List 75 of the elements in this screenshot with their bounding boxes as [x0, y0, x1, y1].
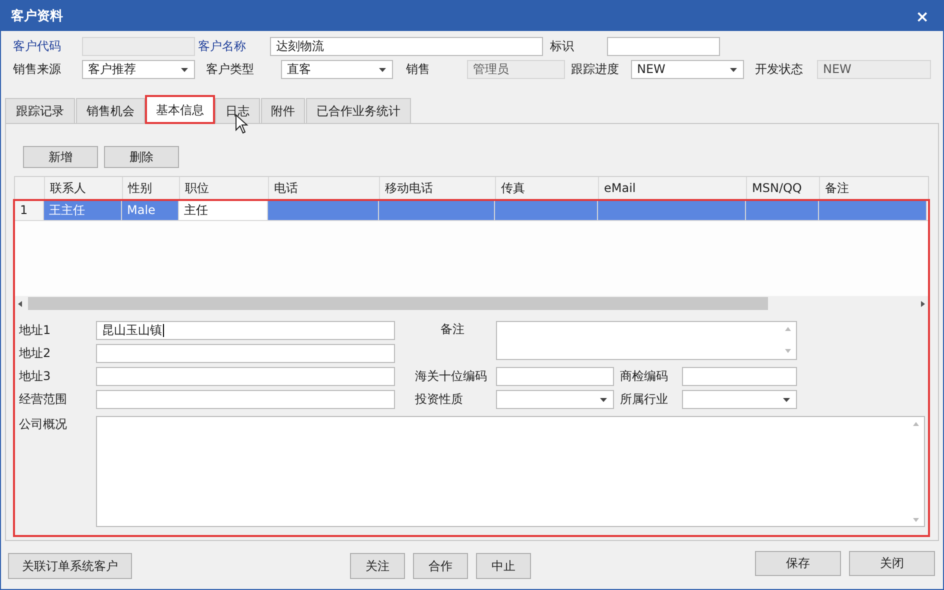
field-label: 销售来源: [13, 61, 62, 78]
caret-icon: [783, 398, 790, 402]
column-header[interactable]: eMail: [598, 177, 746, 199]
column-header[interactable]: 传真: [495, 177, 598, 199]
toolbar-button[interactable]: 新增: [23, 146, 98, 168]
scroll-right-icon[interactable]: [919, 300, 925, 306]
tab[interactable]: 跟踪记录: [5, 98, 75, 123]
link-customer-button[interactable]: 关联订单系统客户: [8, 553, 132, 579]
caret-icon: [730, 68, 737, 72]
close-button[interactable]: ×: [912, 6, 933, 26]
input-field[interactable]: [607, 37, 720, 56]
field-label: 所属行业: [620, 391, 669, 408]
action-button[interactable]: 关注: [350, 553, 405, 579]
field-label: 投资性质: [415, 391, 464, 408]
field-label: 备注: [440, 321, 466, 338]
column-header[interactable]: 职位: [179, 177, 268, 199]
grid-row[interactable]: 1 王主任 Male 主任: [15, 201, 928, 221]
input-field[interactable]: 达刻物流: [270, 37, 543, 56]
overview-textarea[interactable]: [96, 416, 925, 527]
readonly-field: 管理员: [467, 60, 565, 79]
tab[interactable]: 已合作业务统计: [306, 98, 411, 123]
field-label: 客户代码: [13, 38, 62, 55]
caret-icon: [600, 398, 607, 402]
field-label: 标识: [550, 38, 575, 55]
caret-icon: [379, 68, 386, 72]
readonly-field: NEW: [817, 60, 931, 79]
action-button[interactable]: 中止: [476, 553, 531, 579]
field-label: 跟踪进度: [571, 61, 620, 78]
field-label: 地址3: [19, 368, 52, 385]
column-header[interactable]: 联系人: [44, 177, 122, 199]
dialog-button[interactable]: 关闭: [849, 550, 935, 576]
dropdown-field[interactable]: [496, 390, 614, 409]
field-label: 客户类型: [206, 61, 255, 78]
dropdown-field[interactable]: 客户推荐: [82, 60, 195, 79]
input-field[interactable]: [96, 390, 395, 409]
field-label: 客户名称: [198, 38, 247, 55]
tab[interactable]: 日志: [215, 98, 260, 123]
row-number: 1: [15, 201, 44, 220]
input-field[interactable]: [496, 367, 614, 386]
column-header[interactable]: 性别: [122, 177, 179, 199]
field-label: 经营范围: [19, 391, 68, 408]
scroll-arrows-icon: [784, 325, 792, 355]
action-button[interactable]: 合作: [413, 553, 468, 579]
field-label: 地址2: [19, 345, 52, 362]
field-label: 销售: [406, 61, 431, 78]
input-field[interactable]: 昆山玉山镇: [96, 321, 395, 340]
scroll-left-icon[interactable]: [18, 300, 24, 306]
table-cell: 王主任: [44, 201, 122, 220]
field-label: 开发状态: [755, 61, 804, 78]
horizontal-scrollbar[interactable]: [15, 296, 928, 311]
toolbar-button[interactable]: 删除: [104, 146, 179, 168]
input-field[interactable]: [682, 367, 797, 386]
scroll-arrows-icon: [912, 420, 920, 524]
dropdown-field[interactable]: NEW: [631, 60, 744, 79]
input-field[interactable]: [96, 367, 395, 386]
window-title: 客户资料: [11, 8, 63, 25]
column-header[interactable]: 备注: [819, 177, 927, 199]
field-label: 公司概况: [19, 416, 68, 433]
remark-textarea[interactable]: [496, 321, 797, 360]
dropdown-field[interactable]: 直客: [281, 60, 393, 79]
column-header[interactable]: MSN/QQ: [746, 177, 819, 199]
column-header[interactable]: 移动电话: [379, 177, 495, 199]
dialog-button[interactable]: 保存: [755, 550, 841, 576]
field-label: 海关十位编码: [415, 368, 488, 385]
caret-icon: [181, 68, 188, 72]
tab[interactable]: 基本信息: [146, 96, 214, 123]
tab[interactable]: 销售机会: [76, 98, 145, 123]
field-label: 地址1: [19, 322, 52, 339]
tab[interactable]: 附件: [261, 98, 305, 123]
scroll-thumb[interactable]: [28, 297, 768, 310]
table-cell: Male: [122, 201, 179, 220]
input-field[interactable]: [96, 344, 395, 363]
column-header[interactable]: 电话: [268, 177, 379, 199]
field-label: 商检编码: [620, 368, 669, 385]
dropdown-field[interactable]: [682, 390, 797, 409]
